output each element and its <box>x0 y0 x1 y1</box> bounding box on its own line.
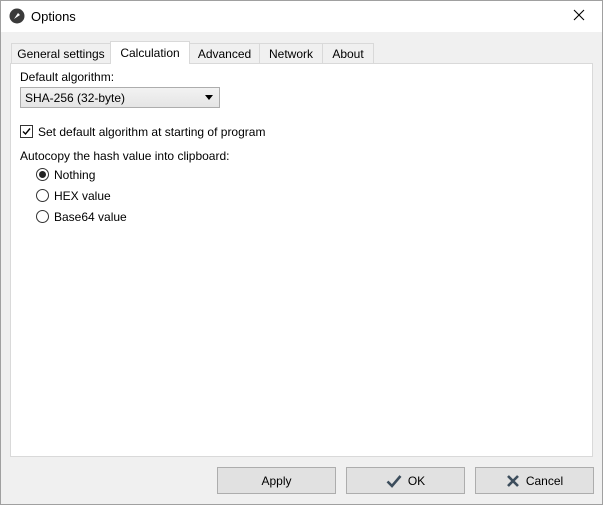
radio-hex-value[interactable] <box>36 189 49 202</box>
set-default-checkbox[interactable] <box>20 125 33 138</box>
radio-nothing[interactable] <box>36 168 49 181</box>
cancel-button[interactable]: Cancel <box>475 467 594 494</box>
app-icon <box>9 8 25 24</box>
cancel-button-label: Cancel <box>525 473 564 488</box>
radio-hex-value-label[interactable]: HEX value <box>54 189 111 203</box>
default-algorithm-select[interactable]: SHA-256 (32-byte) <box>20 87 220 108</box>
checkmark-icon <box>386 474 402 488</box>
tab-strip: General settings Calculation Advanced Ne… <box>11 41 591 64</box>
ok-button[interactable]: OK <box>346 467 465 494</box>
set-default-checkbox-label[interactable]: Set default algorithm at starting of pro… <box>38 125 265 139</box>
radio-base64-value[interactable] <box>36 210 49 223</box>
tab-calculation[interactable]: Calculation <box>110 41 190 64</box>
default-algorithm-value: SHA-256 (32-byte) <box>25 90 126 105</box>
calculation-panel: Default algorithm: SHA-256 (32-byte) Set… <box>10 63 593 457</box>
cross-icon <box>506 474 520 488</box>
tab-about[interactable]: About <box>322 43 374 63</box>
apply-button-label: Apply <box>261 473 292 488</box>
radio-base64-value-label[interactable]: Base64 value <box>54 210 127 224</box>
window-title: Options <box>31 9 76 24</box>
autocopy-label: Autocopy the hash value into clipboard: <box>20 149 230 163</box>
default-algorithm-label: Default algorithm: <box>20 70 115 84</box>
apply-button[interactable]: Apply <box>217 467 336 494</box>
ok-button-label: OK <box>407 473 426 488</box>
close-icon <box>573 9 585 24</box>
tab-general-settings[interactable]: General settings <box>11 43 111 63</box>
tab-network[interactable]: Network <box>259 43 323 63</box>
close-button[interactable] <box>556 1 602 32</box>
dropdown-arrow-icon <box>205 95 213 100</box>
title-bar: Options <box>1 1 602 32</box>
radio-nothing-label[interactable]: Nothing <box>54 168 95 182</box>
checkmark-icon <box>22 128 31 136</box>
options-window: Options General settings Calculation Adv… <box>0 0 603 505</box>
tab-advanced[interactable]: Advanced <box>189 43 260 63</box>
